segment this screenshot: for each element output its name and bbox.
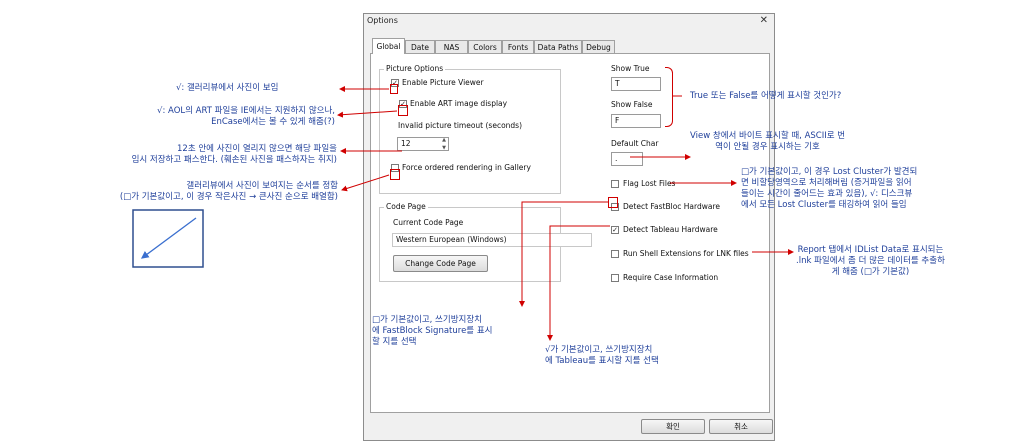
note-tableau-line2: 에 Tableau를 표시할 지를 선택 — [545, 356, 659, 366]
note-lost-line4: 에서 모든 Lost Cluster를 태깅하여 읽어 들임 — [741, 200, 907, 210]
note-order-line1: 갤러리뷰에서 사진이 보여지는 순서를 정함 — [186, 181, 338, 191]
note-viewer: √: 갤러리뷰에서 사진이 보임 — [176, 83, 279, 93]
order-arrow — [341, 174, 390, 192]
tableau-arrow — [547, 225, 610, 341]
note-fastbloc-line3: 할 지를 선택 — [372, 337, 417, 347]
note-fastbloc-line1: □가 기본값이고, 쓰기방지장치 — [372, 315, 482, 325]
note-lnk-line3: 게 해줌 (□가 기본값) — [831, 267, 910, 277]
note-timeout: 12초 안에 사진이 열리지 않으면 해당 파일을 임시 저장하고 패스한다. … — [64, 144, 337, 166]
note-lnk: Report 탭에서 IDList Data로 표시되는 .lnk 파일에서 좀… — [796, 245, 945, 278]
note-lnk-line1: Report 탭에서 IDList Data로 표시되는 — [797, 245, 944, 255]
note-defchar-line2: 역이 안될 경우 표시하는 기호 — [715, 142, 820, 152]
note-lost: □가 기본값이고, 이 경우 Lost Cluster가 발견되 면 비할당영역… — [741, 167, 917, 211]
note-tableau: √가 기본값이고, 쓰기방지장치 에 Tableau를 표시할 지를 선택 — [545, 345, 659, 367]
note-lnk-line2: .lnk 파일에서 좀 더 많은 데이터를 추출하 — [796, 256, 945, 266]
note-fastbloc: □가 기본값이고, 쓰기방지장치 에 FastBlock Signature를 … — [372, 315, 492, 348]
note-tableau-line1: √가 기본값이고, 쓰기방지장치 — [545, 345, 653, 355]
note-lost-line3: 들이는 시간이 줄어드는 효과 있음), √: 디스크뷰 — [741, 189, 913, 199]
note-lost-line2: 면 비할당영역으로 처리해버림 (증거파일을 읽어 — [741, 178, 912, 188]
note-lost-line1: □가 기본값이고, 이 경우 Lost Cluster가 발견되 — [741, 167, 918, 177]
note-art-line2: EnCase에서는 볼 수 있게 해줌(?) — [211, 117, 335, 127]
note-defchar: View 창에서 바이트 표시할 때, ASCII로 번 역이 안될 경우 표시… — [690, 131, 845, 153]
art-arrow — [337, 110, 398, 118]
annotation-arrows — [132, 86, 794, 341]
note-order: 갤러리뷰에서 사진이 보여지는 순서를 정함 (□가 기본값이고, 이 경우 작… — [8, 181, 338, 203]
note-truefalse: True 또는 False를 어떻게 표시할 것인가? — [690, 91, 842, 101]
note-timeout-line1: 12초 안에 사진이 열리지 않으면 해당 파일을 — [177, 144, 337, 154]
tab-global[interactable]: Global — [372, 38, 405, 54]
fastbloc-arrow — [519, 201, 608, 307]
note-defchar-line1: View 창에서 바이트 표시할 때, ASCII로 번 — [690, 131, 846, 141]
note-art: √: AOL의 ART 파일을 IE에서는 지원하지 않으나, EnCase에서… — [103, 106, 335, 128]
note-art-line1: √: AOL의 ART 파일을 IE에서는 지원하지 않으나, — [157, 106, 335, 116]
note-timeout-line2: 임시 저장하고 패스한다. (훼손된 사진을 패스하자는 취지) — [131, 155, 337, 165]
note-order-line2: (□가 기본값이고, 이 경우 작은사진 → 큰사진 순으로 배열함) — [119, 192, 338, 202]
note-fastbloc-line2: 에 FastBlock Signature를 표시 — [372, 326, 493, 336]
